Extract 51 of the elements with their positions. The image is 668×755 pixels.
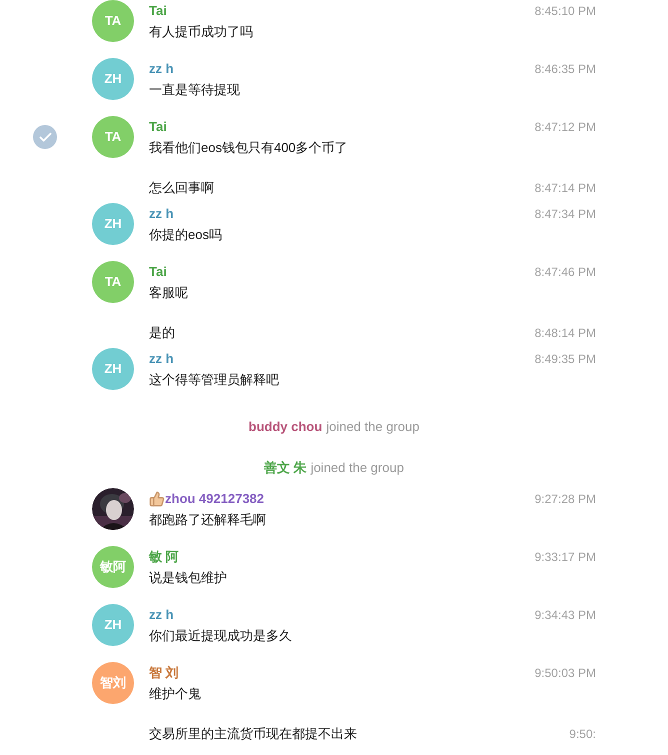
message-time: 9:50: [568, 726, 596, 742]
message-text: 维护个鬼 [149, 685, 202, 703]
avatar: ZH [92, 348, 134, 390]
message-time: 9:34:43 PM [534, 607, 596, 624]
sender-name[interactable]: Tai [149, 117, 167, 137]
sender-name[interactable]: zz h [149, 59, 174, 79]
message-time: 8:47:34 PM [534, 206, 596, 223]
message-time: 8:47:46 PM [534, 264, 596, 281]
message-text: 这个得等管理员解释吧 [149, 371, 280, 389]
avatar: ZH [92, 203, 134, 245]
sender-name[interactable]: zz h [149, 605, 174, 625]
message-text: 交易所里的主流货币现在都提不出来 [148, 724, 358, 742]
message-time: 8:49:35 PM [534, 351, 596, 368]
message-text: 有人提币成功了吗 [149, 23, 254, 41]
message-time: 9:27:28 PM [534, 491, 596, 508]
selected-check-icon[interactable] [33, 125, 57, 149]
sender-name[interactable]: 敏 阿 [149, 547, 179, 567]
thumbs-up-icon [149, 491, 165, 507]
message-time: 8:47:12 PM [534, 119, 596, 136]
avatar: ZH [92, 604, 134, 646]
message-text: 是的 [148, 324, 176, 342]
message-time: 9:33:17 PM [534, 549, 596, 566]
avatar: TA [92, 116, 134, 158]
sender-name[interactable]: 智 刘 [149, 663, 179, 683]
sender-name[interactable]: Tai [149, 1, 167, 21]
message-text: 客服呢 [149, 284, 189, 302]
avatar: 敏阿 [92, 546, 134, 588]
message-text: 我看他们eos钱包只有400多个币了 [149, 139, 349, 157]
sender-name[interactable]: zhou 492127382 [165, 489, 264, 509]
message-text: 都跑路了还解释毛啊 [149, 511, 267, 529]
service-message: joined the group [310, 458, 404, 477]
message-time: 8:48:14 PM [534, 324, 596, 342]
message-time: 8:45:10 PM [534, 3, 596, 20]
member-name[interactable]: buddy chou [248, 416, 322, 436]
message-text: 一直是等待提现 [149, 81, 241, 99]
message-time: 8:46:35 PM [534, 61, 596, 78]
sender-name[interactable]: zz h [149, 349, 174, 369]
message-text: 怎么回事啊 [148, 178, 215, 196]
avatar: 智刘 [92, 662, 134, 704]
member-name[interactable]: 善文 朱 [264, 458, 307, 478]
service-message: joined the group [326, 418, 420, 436]
avatar: ZH [92, 58, 134, 100]
message-time: 9:50:03 PM [534, 665, 596, 682]
sender-name[interactable]: Tai [149, 262, 167, 282]
avatar: TA [92, 261, 134, 303]
sender-name[interactable]: zz h [149, 204, 174, 224]
avatar: TA [92, 0, 134, 42]
message-text: 你提的eos吗 [149, 226, 223, 244]
message-text: 说是钱包维护 [149, 569, 228, 587]
message-text: 你们最近提现成功是多久 [149, 627, 293, 645]
message-time: 8:47:14 PM [534, 180, 596, 196]
